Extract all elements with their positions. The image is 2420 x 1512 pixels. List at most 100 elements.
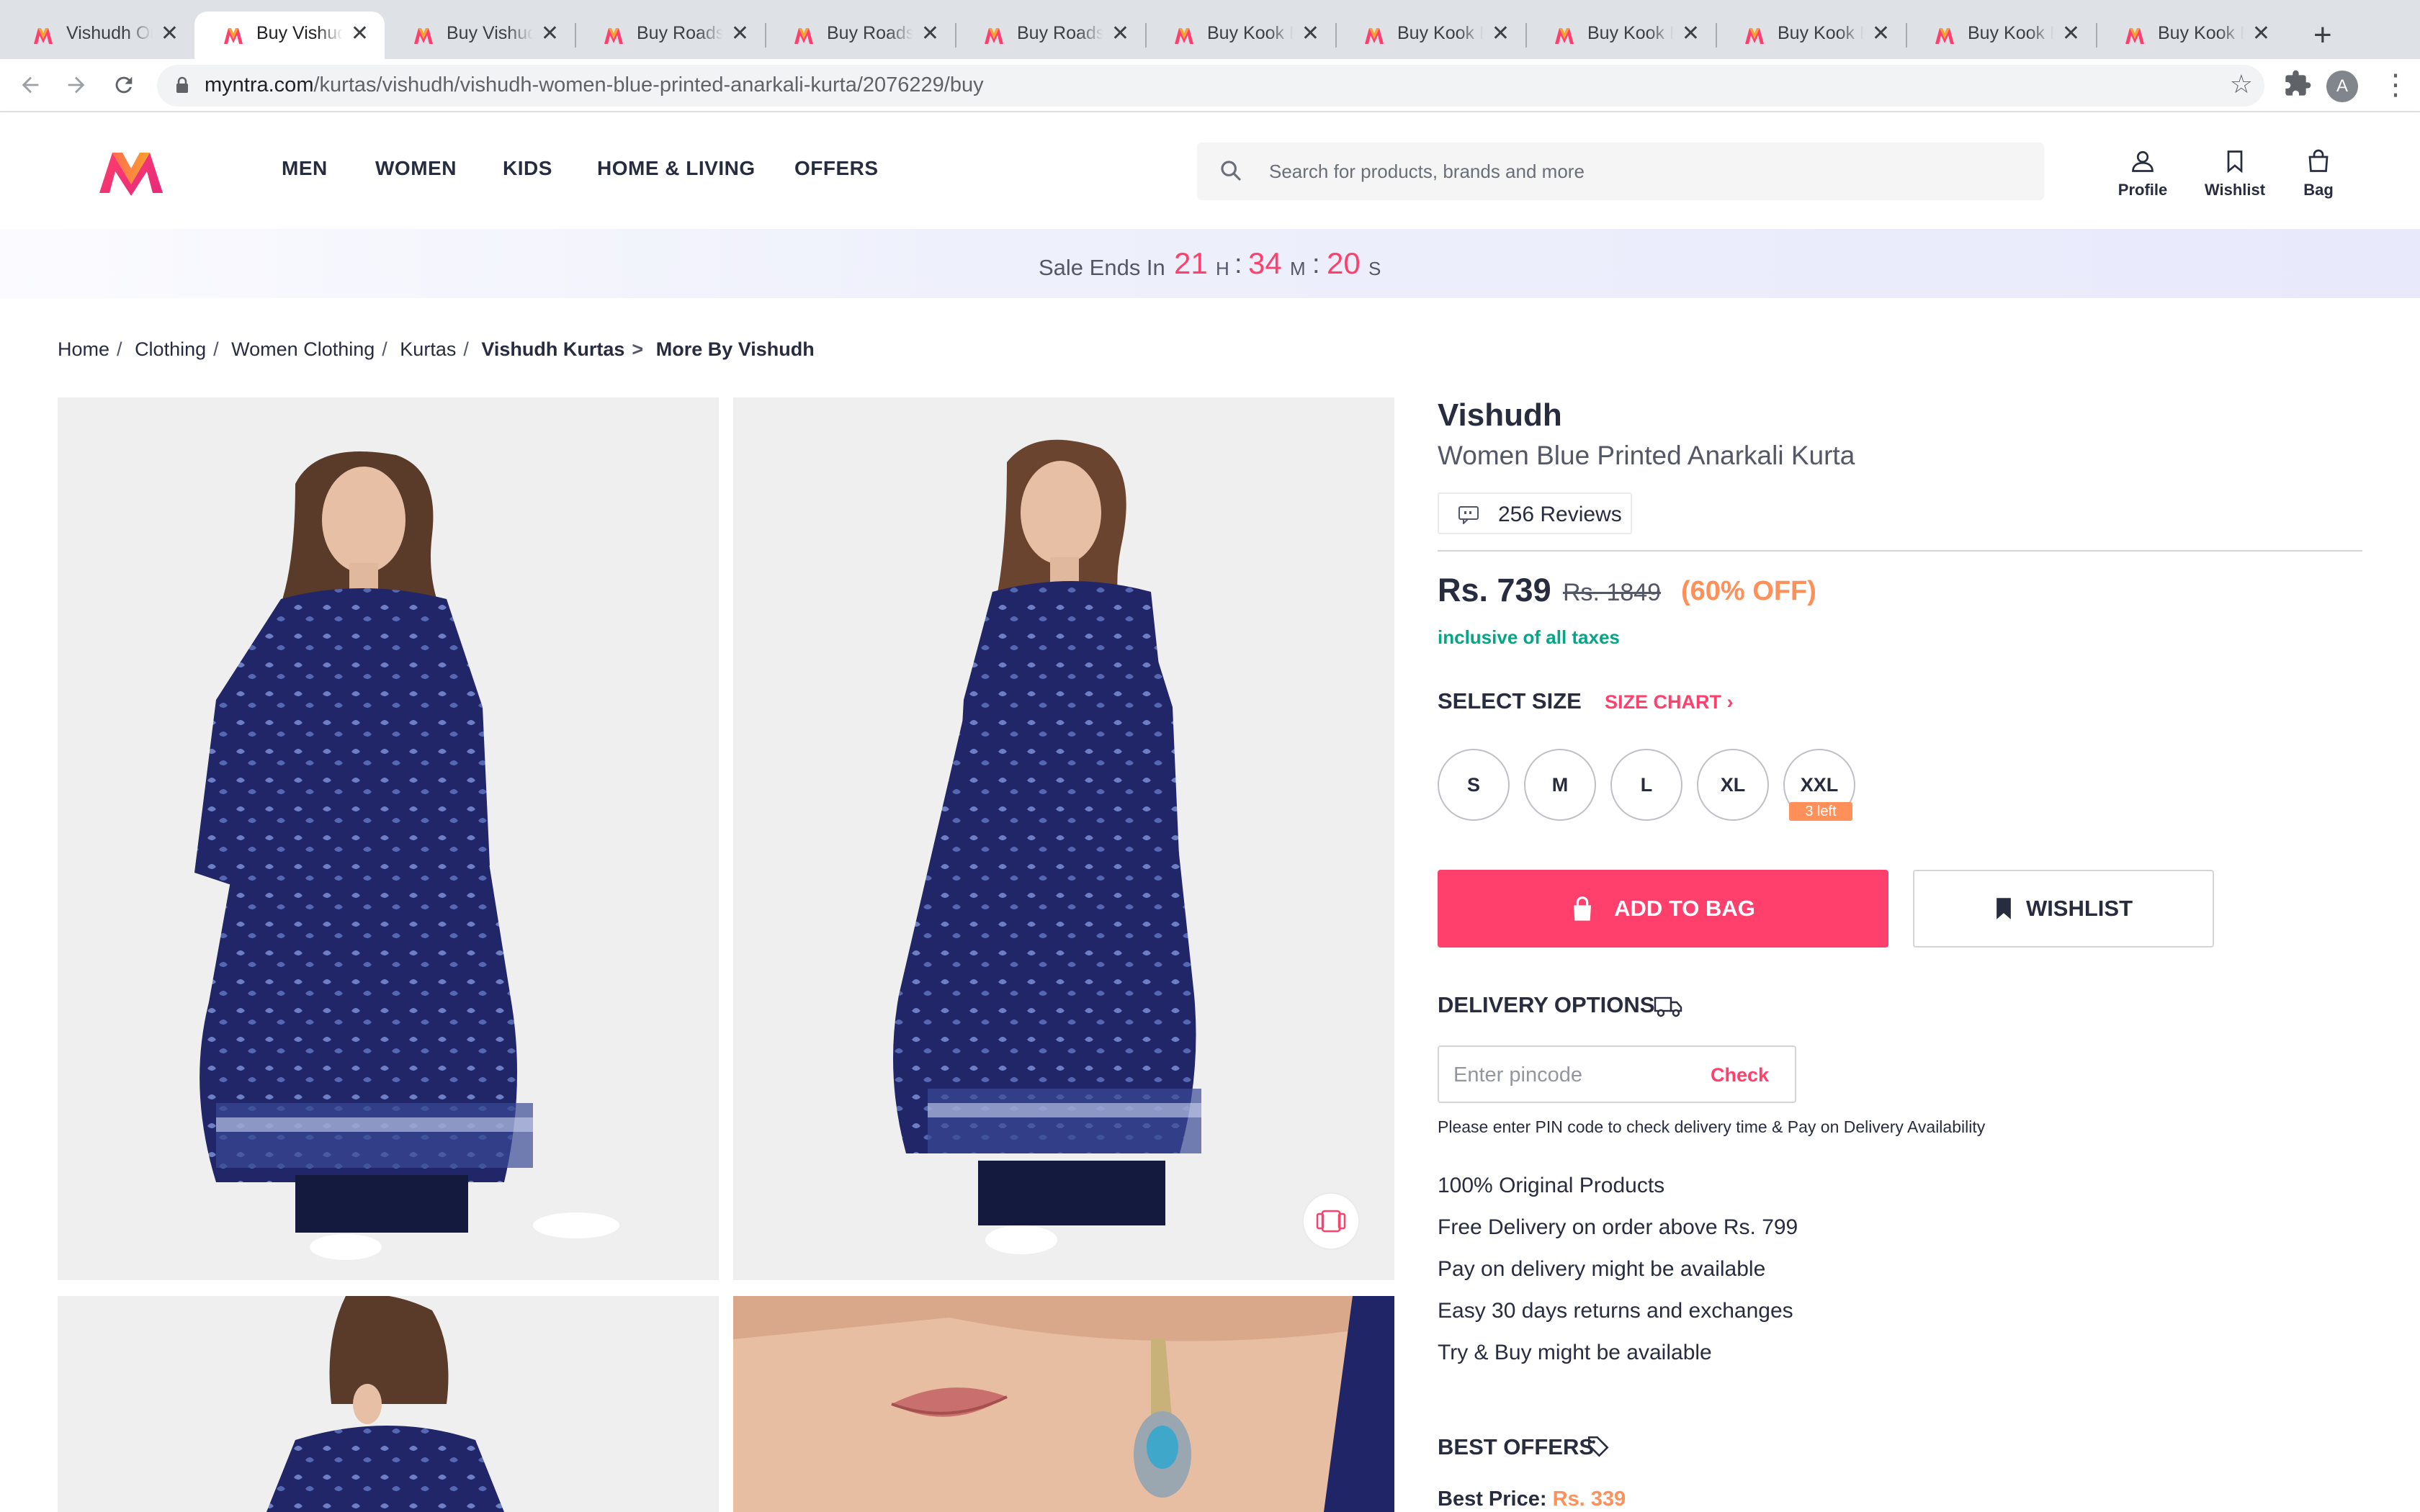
product-image-side[interactable] <box>733 397 1394 1280</box>
search-bar[interactable] <box>1197 143 2044 200</box>
myntra-favicon-icon <box>985 28 1003 44</box>
browser-tab[interactable]: Buy Roadster ✕ <box>955 12 1145 59</box>
browser-tab[interactable]: Buy Kook N Keech ✕ <box>1335 12 1525 59</box>
browser-tab[interactable]: Buy Roadster ✕ <box>575 12 765 59</box>
tax-note: inclusive of all taxes <box>1438 626 1620 648</box>
browser-menu-icon[interactable]: ⋮ <box>2381 68 2410 102</box>
breadcrumb-clothing[interactable]: Clothing <box>135 338 206 361</box>
browser-tab[interactable]: Buy Kook N Keech ✕ <box>1525 12 1716 59</box>
size-l-button[interactable]: L <box>1610 749 1682 821</box>
product-image-closeup[interactable] <box>733 1296 1394 1512</box>
check-pincode-button[interactable]: Check <box>1711 1064 1769 1086</box>
search-input[interactable] <box>1269 153 2018 190</box>
close-tab-icon[interactable]: ✕ <box>2252 21 2270 47</box>
browser-tab[interactable]: Buy Kook N Keech ✕ <box>1145 12 1335 59</box>
product-image-back[interactable] <box>58 1296 719 1512</box>
reload-button[interactable] <box>108 69 140 101</box>
browser-tab[interactable]: Buy Roadster ✕ <box>765 12 955 59</box>
size-chart-link[interactable]: SIZE CHART › <box>1605 691 1734 714</box>
extensions-puzzle-icon[interactable] <box>2283 69 2312 98</box>
browser-tab[interactable]: Buy Vishudh Women ✕ <box>385 12 575 59</box>
close-tab-icon[interactable]: ✕ <box>351 21 369 47</box>
address-bar[interactable]: myntra.com/kurtas/vishudh/vishudh-women-… <box>157 65 2264 107</box>
sale-ends-label: Sale Ends In <box>1039 255 1165 280</box>
model-back-illustration <box>58 1296 719 1512</box>
close-tab-icon[interactable]: ✕ <box>921 21 939 47</box>
bag-lock-icon <box>1574 896 1592 921</box>
nav-men[interactable]: MEN <box>282 157 328 180</box>
lock-icon <box>176 76 188 93</box>
close-tab-icon[interactable]: ✕ <box>1111 21 1129 47</box>
myntra-favicon-icon <box>224 28 243 44</box>
nav-kids[interactable]: KIDS <box>503 157 552 180</box>
myntra-favicon-icon <box>1555 28 1574 44</box>
tab-title: Buy Roadster <box>827 23 913 43</box>
nav-home-living[interactable]: HOME & LIVING <box>597 157 756 180</box>
breadcrumb-kurtas[interactable]: Kurtas <box>400 338 456 361</box>
bag-label: Bag <box>2303 181 2334 199</box>
tab-title: Buy Vishudh Women <box>256 23 343 43</box>
close-tab-icon[interactable]: ✕ <box>1872 21 1890 47</box>
timer-minutes-unit: M <box>1290 258 1306 279</box>
close-tab-icon[interactable]: ✕ <box>541 21 559 47</box>
nav-women[interactable]: WOMEN <box>375 157 457 180</box>
divider <box>1438 550 2362 552</box>
feature-item: Pay on delivery might be available <box>1438 1257 1766 1281</box>
close-tab-icon[interactable]: ✕ <box>2062 21 2080 47</box>
tab-title: Buy Kook N Keech <box>1587 23 1674 43</box>
breadcrumb-home[interactable]: Home <box>58 338 109 361</box>
wishlist-label: WISHLIST <box>2025 896 2133 921</box>
new-tab-button[interactable]: + <box>2313 17 2332 53</box>
browser-tab[interactable]: Vishudh Online ✕ <box>4 12 194 59</box>
myntra-favicon-icon <box>1935 28 1954 44</box>
discount-percent: (60% OFF) <box>1681 576 1816 606</box>
bookmark-star-icon[interactable]: ☆ <box>2230 69 2253 99</box>
browser-tab[interactable]: Buy Kook N Keech ✕ <box>1716 12 1906 59</box>
similar-products-button[interactable] <box>1302 1192 1360 1250</box>
add-to-bag-button[interactable]: ADD TO BAG <box>1438 870 1888 948</box>
feature-item: 100% Original Products <box>1438 1174 1665 1197</box>
nav-offers[interactable]: OFFERS <box>794 157 879 180</box>
tab-title: Buy Vishudh Women <box>447 23 533 43</box>
breadcrumb-women-clothing[interactable]: Women Clothing <box>231 338 375 361</box>
back-button[interactable] <box>14 69 46 101</box>
reviews-button[interactable]: 256 Reviews <box>1438 492 1632 534</box>
browser-tab-strip: Vishudh Online✕Buy Vishudh Women✕Buy Vis… <box>0 0 2420 59</box>
product-brand[interactable]: Vishudh <box>1438 397 1562 433</box>
close-tab-icon[interactable]: ✕ <box>1492 21 1510 47</box>
browser-tab[interactable]: Buy Vishudh Women ✕ <box>194 12 385 59</box>
header-wishlist[interactable]: Wishlist <box>2195 148 2275 199</box>
browser-tab[interactable]: Buy Kook N Keech ✕ <box>1906 12 2096 59</box>
product-title: Women Blue Printed Anarkali Kurta <box>1438 441 1855 470</box>
site-header: MEN WOMEN KIDS HOME & LIVING OFFERS Prof… <box>0 112 2420 229</box>
size-s-button[interactable]: S <box>1438 749 1510 821</box>
model-side-illustration <box>733 397 1394 1280</box>
profile-icon <box>2132 150 2154 172</box>
myntra-favicon-icon <box>34 28 53 44</box>
product-image-front[interactable] <box>58 397 719 1280</box>
pincode-input[interactable] <box>1453 1057 1691 1093</box>
timer-seconds-unit: S <box>1368 258 1381 279</box>
header-profile[interactable]: Profile <box>2103 148 2182 199</box>
size-xl-button[interactable]: XL <box>1697 749 1769 821</box>
wishlist-button[interactable]: WISHLIST <box>1913 870 2214 948</box>
close-tab-icon[interactable]: ✕ <box>161 21 179 47</box>
browser-tab[interactable]: Buy Kook N Keech ✕ <box>2096 12 2286 59</box>
breadcrumb-more-by-vishudh[interactable]: More By Vishudh <box>656 338 815 361</box>
forward-button[interactable] <box>60 69 92 101</box>
close-tab-icon[interactable]: ✕ <box>731 21 749 47</box>
tab-title: Buy Roadster <box>1017 23 1103 43</box>
bookmark-icon <box>1996 898 2011 919</box>
timer-seconds: 20 <box>1327 246 1361 280</box>
myntra-favicon-icon <box>604 28 623 44</box>
size-m-button[interactable]: M <box>1524 749 1596 821</box>
header-bag[interactable]: Bag <box>2279 148 2358 199</box>
browser-profile-avatar[interactable]: A <box>2326 71 2358 102</box>
tag-icon <box>1587 1436 1609 1457</box>
chevron-right-icon: › <box>1726 691 1734 713</box>
close-tab-icon[interactable]: ✕ <box>1301 21 1319 47</box>
close-tab-icon[interactable]: ✕ <box>1682 21 1700 47</box>
breadcrumb: Home / Clothing / Women Clothing / Kurtas / … <box>58 338 815 361</box>
myntra-logo[interactable] <box>97 150 166 196</box>
tab-title: Buy Kook N Keech <box>1968 23 2054 43</box>
